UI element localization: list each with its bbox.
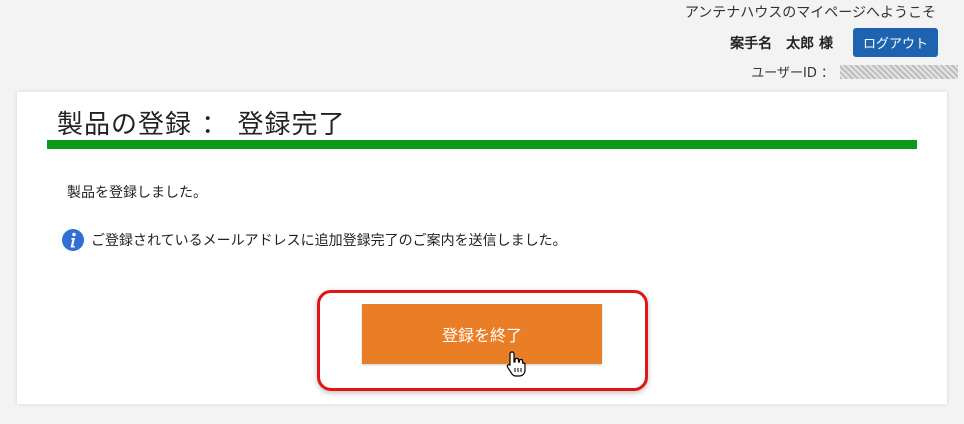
welcome-text: アンテナハウスのマイページへようこそ (684, 5, 936, 21)
page-title: 製品の登録 ： 登録完了 (57, 110, 346, 140)
user-name: 案手名 太郎 様 (730, 35, 833, 52)
title-underline (47, 140, 917, 149)
user-id-row: ユーザーID ： (751, 62, 958, 81)
main-card: 製品の登録 ： 登録完了 製品を登録しました。 ご登録されているメールアドレスに… (17, 92, 947, 404)
info-message: ご登録されているメールアドレスに追加登録完了のご案内を送信しました。 (91, 233, 567, 249)
finish-registration-button[interactable]: 登録を終了 (362, 304, 602, 364)
hand-pointer-icon (506, 351, 526, 377)
completion-message: 製品を登録しました。 (67, 185, 207, 201)
user-row: 案手名 太郎 様 ログアウト (730, 28, 938, 57)
logout-button[interactable]: ログアウト (852, 28, 938, 57)
user-id-masked-value (840, 64, 958, 79)
info-icon (62, 229, 84, 251)
info-row: ご登録されているメールアドレスに追加登録完了のご案内を送信しました。 (61, 228, 567, 252)
user-id-label: ユーザーID ： (751, 66, 834, 81)
